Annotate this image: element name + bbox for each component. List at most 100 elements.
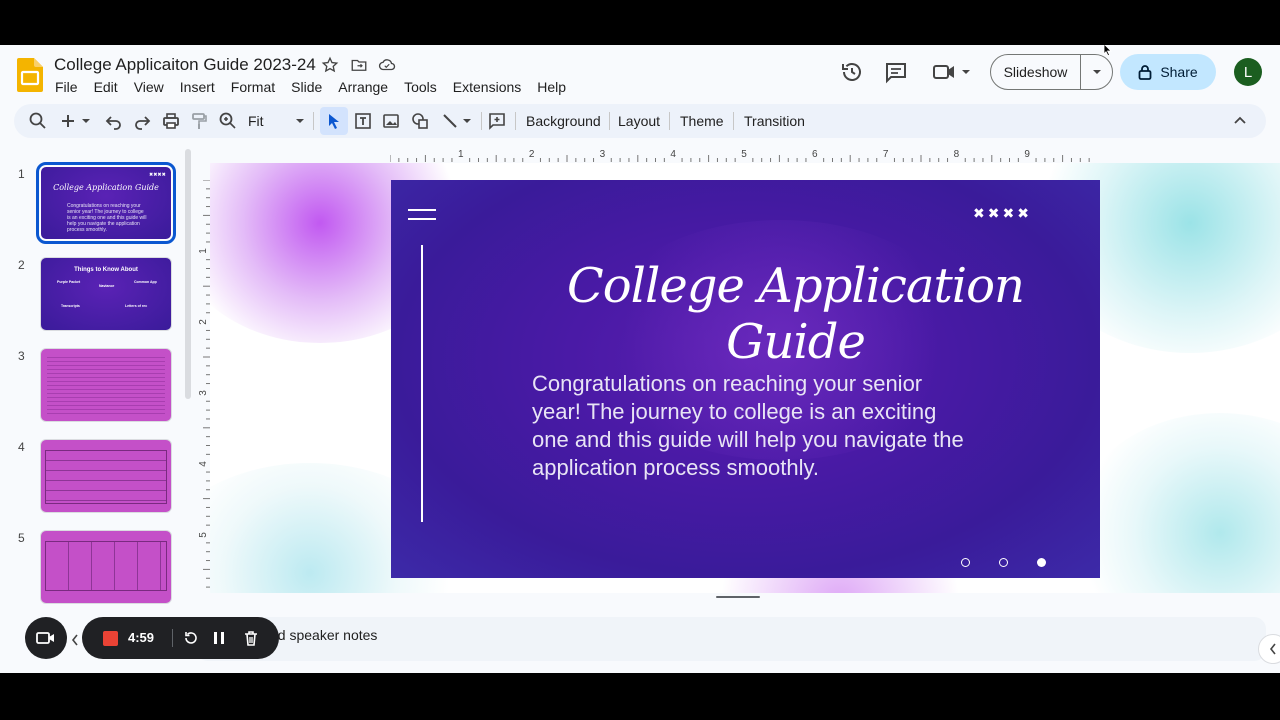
background-button[interactable]: Background (526, 113, 601, 129)
slide-title[interactable]: College Application Guide (391, 258, 1100, 370)
avatar[interactable]: L (1234, 58, 1262, 86)
slide-number: 1 (18, 167, 25, 181)
cloud-status-icon[interactable] (378, 56, 396, 74)
chevron-left-icon[interactable] (70, 633, 80, 647)
slide-number: 5 (18, 531, 25, 545)
video-camera-icon (36, 632, 54, 644)
slide-thumbnail-3[interactable] (40, 348, 172, 422)
ruler-label: 7 (883, 149, 889, 160)
slide-thumbnail-4[interactable] (40, 439, 172, 513)
ruler-label: 4 (670, 149, 676, 160)
thumb-label: Purple Packet (57, 280, 81, 284)
slideshow-options-button[interactable] (1081, 55, 1112, 89)
menu-edit[interactable]: Edit (86, 77, 126, 97)
menu-view[interactable]: View (126, 77, 172, 97)
thumb-label: Letters of rec (125, 304, 148, 308)
toolbar-divider (609, 112, 610, 130)
thumb-title: College Application Guide (53, 183, 159, 192)
decor-dot (1037, 558, 1046, 567)
undo-icon[interactable] (104, 111, 124, 131)
text-box-icon[interactable] (353, 111, 373, 131)
ruler-label: 5 (198, 532, 209, 538)
add-comment-icon[interactable] (487, 111, 507, 131)
move-folder-icon[interactable] (350, 56, 368, 74)
share-label: Share (1160, 64, 1198, 80)
stop-recording-button[interactable] (103, 631, 118, 646)
chevron-down-icon[interactable] (461, 111, 473, 131)
recorder-bar: 4:59 (82, 617, 279, 659)
filmstrip-scrollbar[interactable] (185, 149, 191, 399)
menu-help[interactable]: Help (529, 77, 574, 97)
current-slide[interactable]: ✖✖✖✖ College Application Guide Congratul… (391, 180, 1100, 578)
toolbar-divider (313, 112, 314, 130)
line-icon[interactable] (440, 111, 460, 131)
thumb-title: Things to Know About (74, 267, 138, 273)
chevron-left-icon (1269, 643, 1276, 655)
menu-format[interactable]: Format (223, 77, 283, 97)
meet-camera-icon[interactable] (932, 60, 956, 84)
redo-icon[interactable] (132, 111, 152, 131)
ruler-label: 9 (1024, 149, 1030, 160)
menu-tools[interactable]: Tools (396, 77, 445, 97)
ruler-label: 3 (198, 390, 209, 396)
decor-line (408, 218, 436, 220)
transition-button[interactable]: Transition (744, 113, 805, 129)
notes-resize-handle[interactable] (716, 596, 760, 598)
ruler-label: 3 (600, 149, 606, 160)
shape-icon[interactable] (410, 111, 430, 131)
chevron-up-icon[interactable] (1230, 111, 1250, 131)
thumb-table (45, 541, 167, 591)
select-cursor-icon[interactable] (324, 111, 344, 131)
ruler-label: 1 (198, 248, 209, 254)
side-panel-toggle[interactable] (1258, 634, 1280, 664)
mouse-cursor-icon (1103, 45, 1112, 57)
layout-button[interactable]: Layout (618, 113, 660, 129)
zoom-select[interactable]: Fit (248, 113, 264, 129)
chevron-down-icon[interactable] (960, 60, 972, 84)
speaker-notes-placeholder[interactable]: dd speaker notes (270, 627, 377, 643)
print-icon[interactable] (161, 111, 181, 131)
menu-extensions[interactable]: Extensions (445, 77, 529, 97)
slide-body-text[interactable]: Congratulations on reaching your senior … (532, 370, 972, 482)
paint-format-icon[interactable] (189, 111, 209, 131)
thumb-body: Congratulations on reaching your senior … (67, 203, 147, 233)
slides-app: College Applicaiton Guide 2023-24 File E… (0, 45, 1280, 673)
slide-thumbnail-2[interactable]: Things to Know About Purple Packet Navia… (40, 257, 172, 331)
lock-icon (1138, 65, 1152, 80)
theme-button[interactable]: Theme (680, 113, 724, 129)
comments-icon[interactable] (884, 60, 908, 84)
share-button[interactable]: Share (1120, 54, 1216, 90)
menu-arrange[interactable]: Arrange (330, 77, 396, 97)
thumb-decor: ✖✖✖✖ (149, 172, 166, 178)
zoom-icon[interactable] (218, 111, 238, 131)
trash-icon[interactable] (242, 629, 260, 647)
recording-timer: 4:59 (128, 630, 155, 645)
slide-thumbnail-1[interactable]: College Application Guide Congratulation… (36, 162, 176, 244)
toolbar-divider (669, 112, 670, 130)
document-title[interactable]: College Applicaiton Guide 2023-24 (54, 55, 316, 75)
slides-logo[interactable] (17, 58, 43, 92)
slideshow-button[interactable]: Slideshow (990, 54, 1113, 90)
new-slide-icon[interactable] (58, 111, 78, 131)
star-icon[interactable] (321, 56, 339, 74)
search-menus-icon[interactable] (28, 111, 48, 131)
recorder-camera-button[interactable] (25, 617, 67, 659)
vertical-ruler: 1 2 3 4 5 (198, 180, 210, 588)
horizontal-ruler: 1 2 3 4 5 6 7 8 9 (390, 149, 1090, 162)
restart-icon[interactable] (182, 629, 200, 647)
ruler-label: 1 (458, 149, 464, 160)
slideshow-label[interactable]: Slideshow (991, 55, 1081, 89)
decor-line (408, 209, 436, 211)
chevron-down-icon[interactable] (294, 111, 306, 131)
menu-insert[interactable]: Insert (172, 77, 223, 97)
recorder-divider (172, 629, 173, 647)
pause-icon[interactable] (210, 629, 228, 647)
version-history-icon[interactable] (840, 60, 864, 84)
menu-slide[interactable]: Slide (283, 77, 330, 97)
menu-file[interactable]: File (47, 77, 86, 97)
chevron-down-icon[interactable] (80, 111, 92, 131)
insert-image-icon[interactable] (381, 111, 401, 131)
slide-number: 2 (18, 258, 25, 272)
slide-thumbnail-5[interactable] (40, 530, 172, 604)
thumb-text-lines (47, 354, 165, 416)
